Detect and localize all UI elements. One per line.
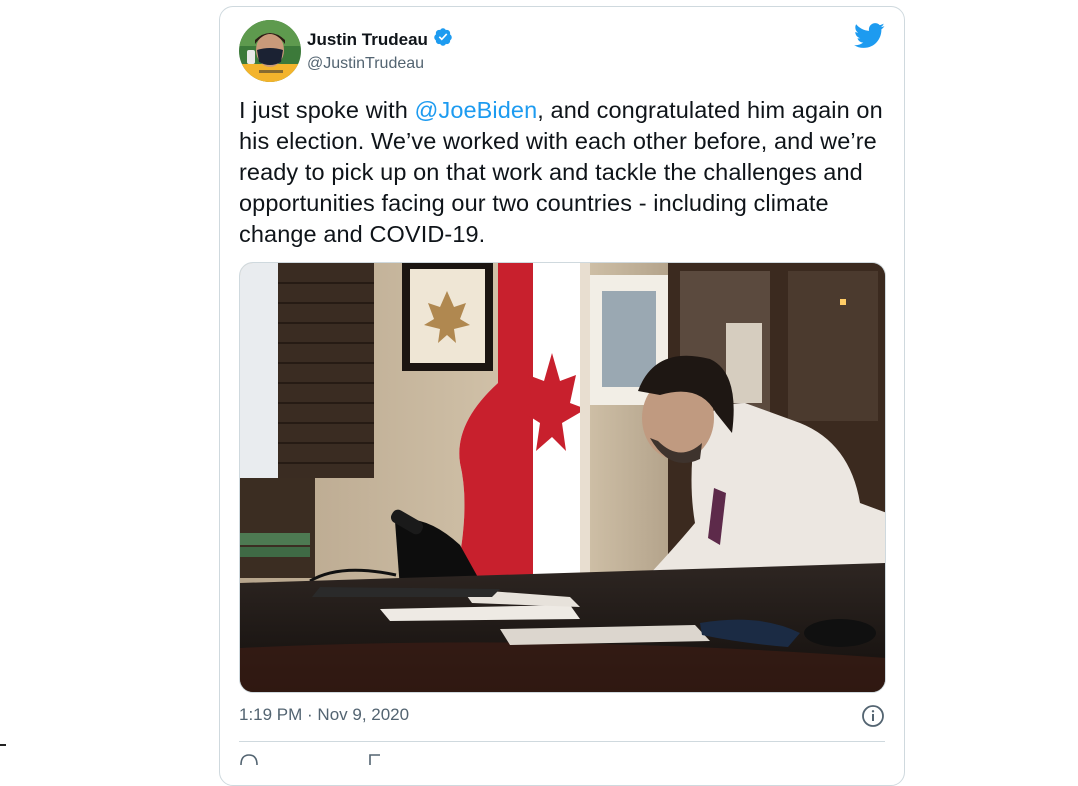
- tweet-card: Justin Trudeau @JustinTrudeau I just spo…: [219, 6, 905, 786]
- verified-badge-icon: [433, 27, 453, 52]
- like-icon[interactable]: [239, 753, 259, 768]
- tweet-timestamp[interactable]: 1:19 PM · Nov 9, 2020: [239, 705, 409, 725]
- tweet-text-part: I just spoke with: [239, 97, 415, 123]
- tweet-text: I just spoke with @JoeBiden, and congrat…: [239, 95, 889, 250]
- action-divider: [239, 741, 885, 742]
- page-edge-marker: [0, 744, 6, 746]
- tweet-photo[interactable]: [239, 262, 886, 693]
- twitter-bird-icon[interactable]: [854, 23, 885, 54]
- author-block: Justin Trudeau @JustinTrudeau: [307, 27, 453, 73]
- author-name[interactable]: Justin Trudeau: [307, 30, 428, 50]
- info-icon[interactable]: [861, 704, 885, 733]
- reply-icon[interactable]: [368, 753, 382, 768]
- mention-link[interactable]: @JoeBiden: [415, 97, 538, 123]
- author-handle[interactable]: @JustinTrudeau: [307, 55, 453, 73]
- avatar[interactable]: [239, 20, 301, 82]
- author-name-row: Justin Trudeau: [307, 27, 453, 52]
